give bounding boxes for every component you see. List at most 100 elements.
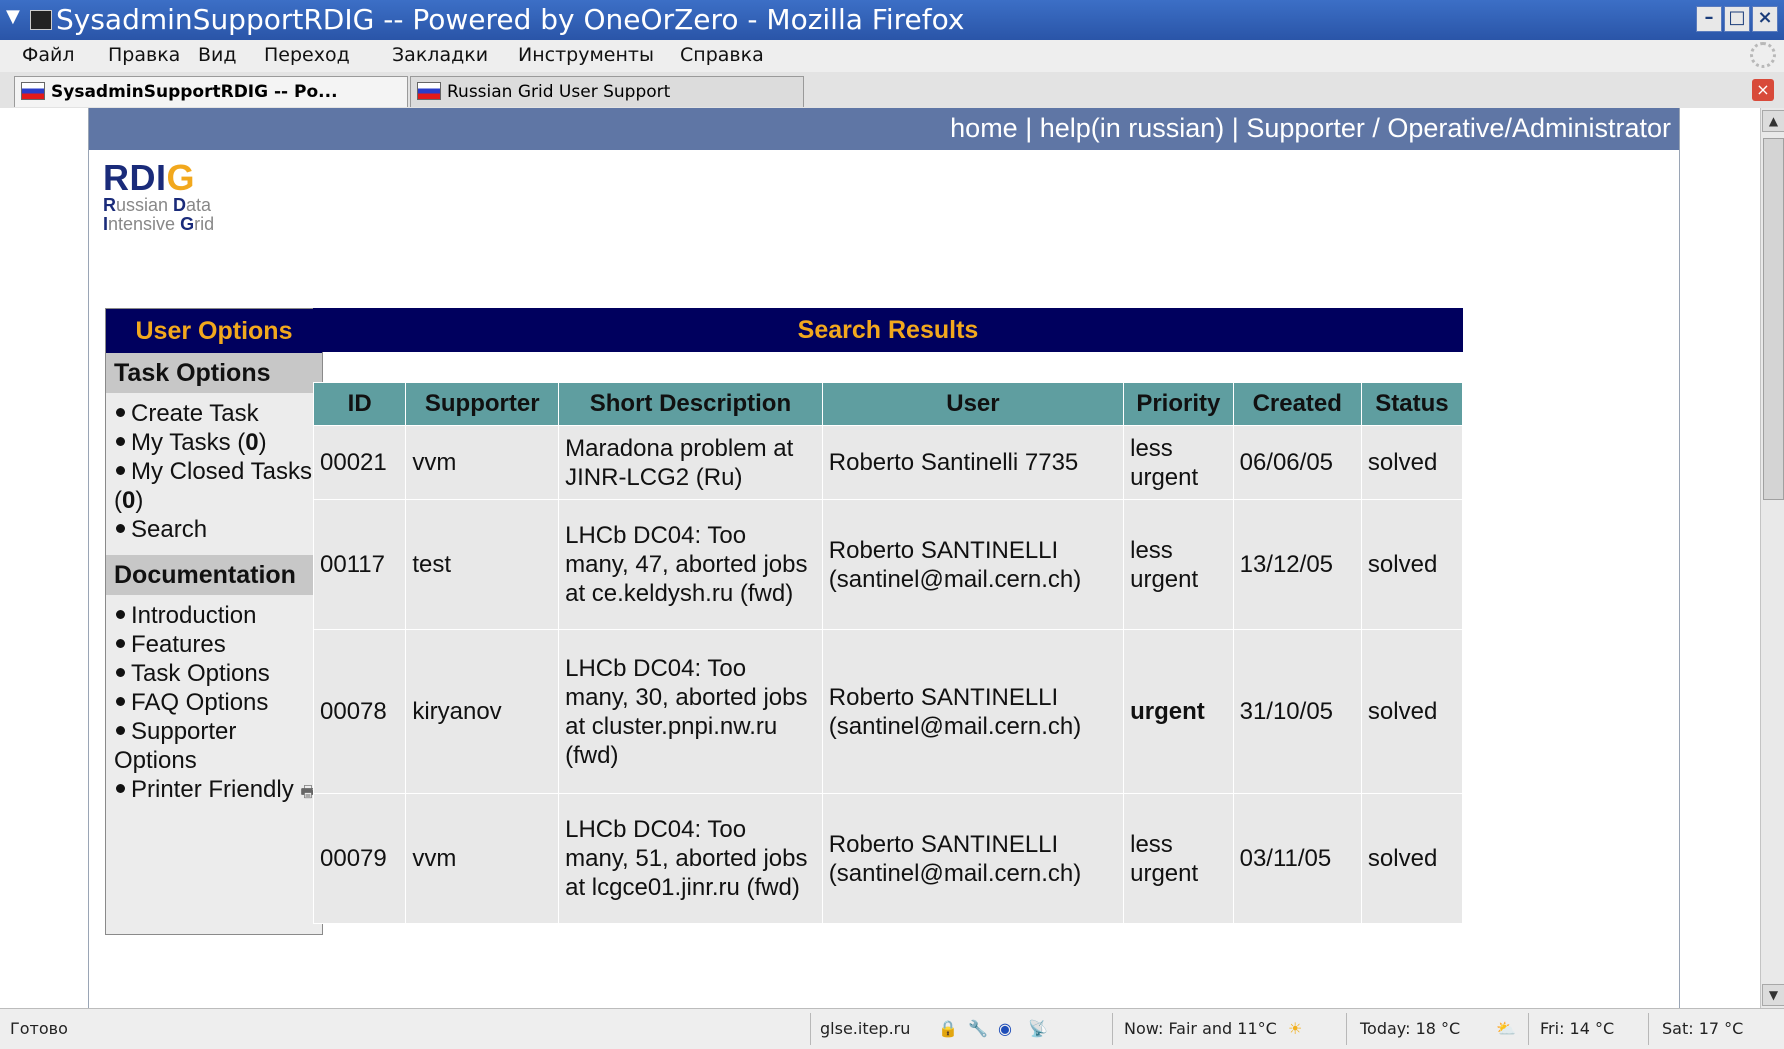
- sidebar-item-label: My Closed Tasks (: [114, 458, 312, 514]
- vertical-scrollbar[interactable]: ▲ ▼: [1760, 108, 1784, 1008]
- antenna-icon[interactable]: 📡: [1028, 1015, 1048, 1043]
- cell-id[interactable]: 00117: [312, 499, 407, 630]
- weather-fri[interactable]: Fri: 14 °C: [1540, 1015, 1614, 1043]
- scroll-thumb[interactable]: [1763, 138, 1784, 500]
- column-header-priority[interactable]: Priority: [1123, 382, 1234, 426]
- scroll-up-icon[interactable]: ▲: [1762, 110, 1784, 132]
- sidebar-item-my-tasks[interactable]: My Tasks (0): [114, 428, 322, 457]
- cell-user: Roberto SANTINELLI (santinel@mail.cern.c…: [821, 499, 1125, 630]
- window-menu-icon[interactable]: ▼: [6, 6, 28, 30]
- lock-icon[interactable]: 🔒: [938, 1015, 958, 1043]
- cell-created: 13/12/05: [1232, 499, 1362, 630]
- logo-text: rid: [194, 214, 215, 234]
- top-nav-links[interactable]: home | help(in russian) | Supporter / Op…: [950, 113, 1671, 144]
- menu-tools[interactable]: Инструменты: [518, 44, 654, 66]
- maximize-button[interactable]: □: [1724, 6, 1750, 32]
- cell-supporter: vvm: [405, 425, 560, 500]
- cell-created: 03/11/05: [1232, 793, 1362, 924]
- menu-go[interactable]: Переход: [264, 44, 350, 66]
- sidebar-item-label: Supporter Options: [114, 718, 237, 774]
- sidebar-item-my-closed-tasks[interactable]: My Closed Tasks (0): [114, 457, 322, 515]
- sidebar-item-task-options[interactable]: Task Options: [114, 659, 322, 688]
- cell-priority: less urgent: [1123, 793, 1234, 924]
- russia-flag-icon: [417, 81, 441, 100]
- column-header-status[interactable]: Status: [1360, 382, 1464, 426]
- table-row[interactable]: 00078 kiryanov LHCb DC04: Too many, 30, …: [312, 629, 1464, 794]
- documentation-heading: Documentation: [106, 555, 322, 595]
- status-divider: [1528, 1013, 1529, 1045]
- cell-id[interactable]: 00078: [312, 629, 407, 794]
- sidebar-item-supporter-options[interactable]: Supporter Options: [114, 717, 322, 775]
- bullet-icon: [116, 524, 125, 534]
- sidebar-item-label: Introduction: [131, 602, 257, 629]
- logo-text: ntensive: [108, 214, 181, 234]
- cell-id[interactable]: 00021: [312, 425, 407, 500]
- sidebar-item-introduction[interactable]: Introduction: [114, 601, 322, 630]
- bullet-icon: [116, 726, 125, 736]
- status-text: Готово: [10, 1019, 68, 1038]
- cell-description[interactable]: LHCb DC04: Too many, 51, aborted jobs at…: [558, 793, 823, 924]
- tab-sysadmin-support[interactable]: SysadminSupportRDIG -- Po...: [14, 76, 408, 107]
- cell-description[interactable]: LHCb DC04: Too many, 47, aborted jobs at…: [558, 499, 823, 630]
- tab-label: SysadminSupportRDIG -- Po...: [51, 82, 338, 102]
- russia-flag-icon: [21, 81, 45, 100]
- task-options-heading: Task Options: [106, 353, 322, 393]
- tools-icon[interactable]: 🔧: [968, 1015, 988, 1043]
- logo-text: G: [180, 214, 195, 234]
- cell-description[interactable]: Maradona problem at JINR-LCG2 (Ru): [558, 425, 823, 500]
- cell-user: Roberto SANTINELLI (santinel@mail.cern.c…: [821, 793, 1125, 924]
- weather-now[interactable]: Now: Fair and 11°C: [1124, 1015, 1277, 1043]
- bullet-icon: [116, 610, 125, 620]
- weather-today[interactable]: Today: 18 °C: [1360, 1015, 1460, 1043]
- partly-cloudy-icon: ⛅: [1496, 1019, 1516, 1038]
- bullet-icon: [116, 784, 125, 794]
- top-navigation: home | help(in russian) | Supporter / Op…: [89, 108, 1679, 150]
- sidebar-item-search[interactable]: Search: [114, 515, 322, 544]
- refresh-icon[interactable]: ◉: [998, 1015, 1012, 1043]
- cell-id[interactable]: 00079: [312, 793, 407, 924]
- column-header-short-description[interactable]: Short Description: [558, 382, 823, 426]
- tab-russian-grid-user-support[interactable]: Russian Grid User Support: [410, 76, 804, 107]
- close-tab-icon[interactable]: ×: [1752, 79, 1774, 101]
- menu-bar: Файл Правка Вид Переход Закладки Инструм…: [0, 40, 1784, 73]
- column-header-user[interactable]: User: [821, 382, 1125, 426]
- column-header-id[interactable]: ID: [312, 382, 407, 426]
- status-divider: [1346, 1013, 1347, 1045]
- sidebar-item-features[interactable]: Features: [114, 630, 322, 659]
- sidebar-item-create-task[interactable]: Create Task: [114, 399, 322, 428]
- column-header-supporter[interactable]: Supporter: [405, 382, 560, 426]
- minimize-button[interactable]: –: [1696, 6, 1722, 32]
- cell-description[interactable]: LHCb DC04: Too many, 30, aborted jobs at…: [558, 629, 823, 794]
- bullet-icon: [116, 466, 125, 476]
- cell-supporter: vvm: [405, 793, 560, 924]
- menu-view[interactable]: Вид: [198, 44, 237, 66]
- menu-help[interactable]: Справка: [680, 44, 764, 66]
- cell-status: solved: [1360, 499, 1464, 630]
- scroll-down-icon[interactable]: ▼: [1762, 984, 1784, 1006]
- status-divider: [810, 1013, 811, 1045]
- weather-sat[interactable]: Sat: 17 °C: [1662, 1015, 1743, 1043]
- bullet-icon: [116, 437, 125, 447]
- logo-text: D: [173, 195, 187, 215]
- logo-letters: RDI: [103, 157, 167, 198]
- task-options-list: Create Task My Tasks (0) My Closed Tasks…: [106, 399, 322, 544]
- column-header-created[interactable]: Created: [1232, 382, 1362, 426]
- sidebar-item-label: Search: [131, 516, 208, 543]
- menu-bookmarks[interactable]: Закладки: [392, 44, 488, 66]
- menu-edit[interactable]: Правка: [108, 44, 180, 66]
- task-count: 0: [122, 487, 136, 514]
- tab-bar: SysadminSupportRDIG -- Po... Russian Gri…: [0, 72, 1784, 109]
- sidebar-item-label: FAQ Options: [131, 689, 269, 716]
- status-divider: [1112, 1013, 1113, 1045]
- table-row[interactable]: 00117 test LHCb DC04: Too many, 47, abor…: [312, 499, 1464, 630]
- bullet-icon: [116, 697, 125, 707]
- documentation-list: Introduction Features Task Options FAQ O…: [106, 601, 322, 807]
- menu-file[interactable]: Файл: [22, 44, 75, 66]
- table-row[interactable]: 00021 vvm Maradona problem at JINR-LCG2 …: [312, 425, 1464, 500]
- sidebar-item-faq-options[interactable]: FAQ Options: [114, 688, 322, 717]
- sidebar-item-label: Create Task: [131, 400, 259, 427]
- sidebar-item-printer-friendly[interactable]: Printer Friendly 🖶: [114, 775, 322, 807]
- cell-supporter: kiryanov: [405, 629, 560, 794]
- close-window-button[interactable]: ×: [1752, 6, 1778, 32]
- table-row[interactable]: 00079 vvm LHCb DC04: Too many, 51, abort…: [312, 793, 1464, 924]
